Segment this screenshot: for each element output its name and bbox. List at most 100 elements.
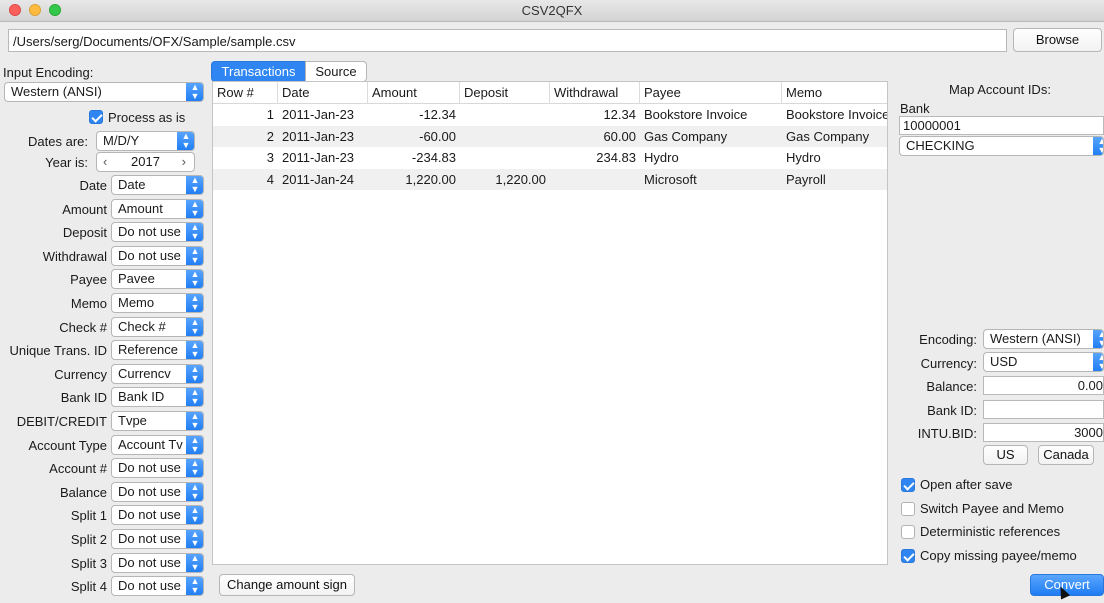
mapping-select[interactable]: Do not use ▲ ▼ [111,576,204,597]
mapping-select[interactable]: Do not use ▲ ▼ [111,552,204,573]
table-row[interactable]: 2 2011-Jan-23 -60.00 60.00 Gas Company Gas Co… [213,125,887,147]
mapping-select[interactable]: Tvpe ▲ ▼ [111,411,204,431]
mapping-select[interactable]: Amount ▲ ▼ [111,198,204,219]
mapping-select[interactable]: Pavee ▲ ▼ [111,269,204,290]
cell-payee: Microsoft [644,172,697,188]
mapping-label: Payee [70,272,107,288]
mapping-select[interactable]: Bank ID ▲ ▼ [111,387,204,408]
year-value: 2017 [131,154,160,169]
cell-date: 2011-Jan-23 [282,150,355,166]
intu-bid-field[interactable]: 3000 [983,423,1104,442]
tab-transactions[interactable]: Transactions [211,61,306,82]
mapping-value: Do not use [118,247,181,263]
chevron-updown-icon: ▲▼ [186,176,203,194]
currency-select[interactable]: USD ▲▼ [983,352,1104,372]
account-type-select[interactable]: CHECKING ▲▼ [899,136,1104,156]
bank-id-field[interactable] [983,400,1104,419]
balance-label: Balance: [926,379,977,394]
year-stepper[interactable]: ‹ 2017 › [96,152,195,172]
mapping-value: Do not use [118,224,181,240]
balance-field[interactable]: 0.00 [983,376,1104,395]
cell-memo: Gas Company [786,128,870,144]
year-prev-button[interactable]: ‹ [103,153,107,171]
input-encoding-select[interactable]: Western (ANSI) ▲ ▼ [4,82,204,102]
account-type-value: CHECKING [906,138,975,153]
mapping-label: Deposit [62,225,107,241]
table-row[interactable]: 3 2011-Jan-23 -234.83 234.83 Hydro Hydro [213,147,887,168]
cell-amount: 1,220.00 [405,172,456,188]
csv-path-field[interactable]: /Users/serg/Documents/OFX/Sample/sample.… [8,29,1007,52]
input-encoding-value: Western (ANSI) [11,84,102,99]
date-format-select[interactable]: M/D/Y ▲ ▼ [96,131,195,151]
mapping-value: Memo [118,295,155,310]
cell-withdrawal [550,169,640,190]
dates-are-label: Dates are: [28,134,88,149]
account-id-field[interactable]: 10000001 [899,116,1104,135]
chevron-updown-icon: ▲▼ [186,388,203,407]
option-checkbox[interactable] [901,525,915,540]
mapping-label: Account Type [28,437,107,453]
process-as-is-checkbox[interactable] [89,110,103,124]
cell-row-number: 4 [266,172,274,188]
us-button[interactable]: US [983,445,1028,465]
cell-row-number: 1 [266,107,274,122]
currency-value: USD [990,354,1018,369]
cell-date: 2011-Jan-24 [282,172,355,188]
mapping-select[interactable]: Date ▲ ▼ [111,175,204,195]
cell-withdrawal: 234.83 [596,150,636,166]
year-next-button[interactable]: › [182,153,186,171]
chevron-updown-icon: ▲▼ [1093,330,1103,348]
chevron-updown-icon: ▲▼ [186,553,203,572]
bank-id-label: Bank ID: [927,403,977,418]
col-row-number[interactable]: Row # [213,82,278,104]
change-amount-sign-button[interactable]: Change amount sign [219,574,355,596]
cell-withdrawal: 60.00 [603,128,636,144]
cell-date: 2011-Jan-23 [282,128,355,144]
mapping-select[interactable]: Memo ▲ ▼ [111,293,204,313]
mapping-select[interactable]: Check # ▲ ▼ [111,316,204,337]
mapping-select[interactable]: Currencv ▲ ▼ [111,363,204,384]
tab-source[interactable]: Source [305,61,367,82]
mapping-select[interactable]: Account Tv ▲ ▼ [111,434,204,455]
table-row[interactable]: 4 2011-Jan-24 1,220.00 1,220.00 Microsoft Pay… [213,169,887,191]
option-checkbox[interactable] [901,549,915,564]
col-date[interactable]: Date [278,82,368,104]
mapping-value: Date [118,177,146,192]
chevron-updown-icon: ▲▼ [1093,353,1103,371]
transactions-table[interactable]: Row # Date Amount Deposit Withdrawal Pay… [212,81,888,565]
chevron-updown-icon: ▲▼ [1093,137,1103,155]
cell-date: 2011-Jan-23 [282,107,355,122]
option-checkbox[interactable] [901,478,915,492]
mapping-select[interactable]: Reference ▲ ▼ [111,340,204,361]
col-amount[interactable]: Amount [368,82,460,104]
mapping-label: Amount [62,201,107,217]
mapping-label: Split 1 [70,508,107,524]
mapping-value: Do not use [118,554,181,570]
mapping-select[interactable]: Do not use ▲ ▼ [111,245,204,266]
output-encoding-select[interactable]: Western (ANSI) ▲▼ [983,329,1104,349]
col-payee[interactable]: Payee [640,82,782,104]
col-memo[interactable]: Memo [782,82,887,104]
mapping-select[interactable]: Do not use ▲ ▼ [111,481,204,502]
chevron-updown-icon: ▲▼ [186,506,203,525]
browse-button[interactable]: Browse [1013,28,1102,52]
canada-button[interactable]: Canada [1038,445,1094,465]
col-deposit[interactable]: Deposit [460,82,550,104]
cell-row-number: 3 [266,150,274,166]
mapping-label: Split 4 [70,579,107,595]
mapping-select[interactable]: Do not use ▲ ▼ [111,529,204,549]
mapping-select[interactable]: Do not use ▲ ▼ [111,505,204,526]
mapping-label: Date [79,178,107,193]
output-encoding-value: Western (ANSI) [990,331,1081,346]
mapping-value: Reference [118,342,178,358]
option-checkbox[interactable] [901,501,915,516]
mapping-select[interactable]: Do not use ▲ ▼ [111,222,204,243]
option-label: Deterministic references [920,524,1061,540]
mapping-select[interactable]: Do not use ▲ ▼ [111,458,204,479]
col-withdrawal[interactable]: Withdrawal [550,82,640,104]
cell-deposit: 1,220.00 [495,172,546,188]
table-row[interactable]: 1 2011-Jan-23 -12.34 12.34 Bookstore Invoice… [213,104,887,125]
mapping-label: Check # [59,319,107,335]
mapping-value: Do not use [118,507,181,523]
mapping-label: DEBIT/CREDIT [16,414,107,429]
